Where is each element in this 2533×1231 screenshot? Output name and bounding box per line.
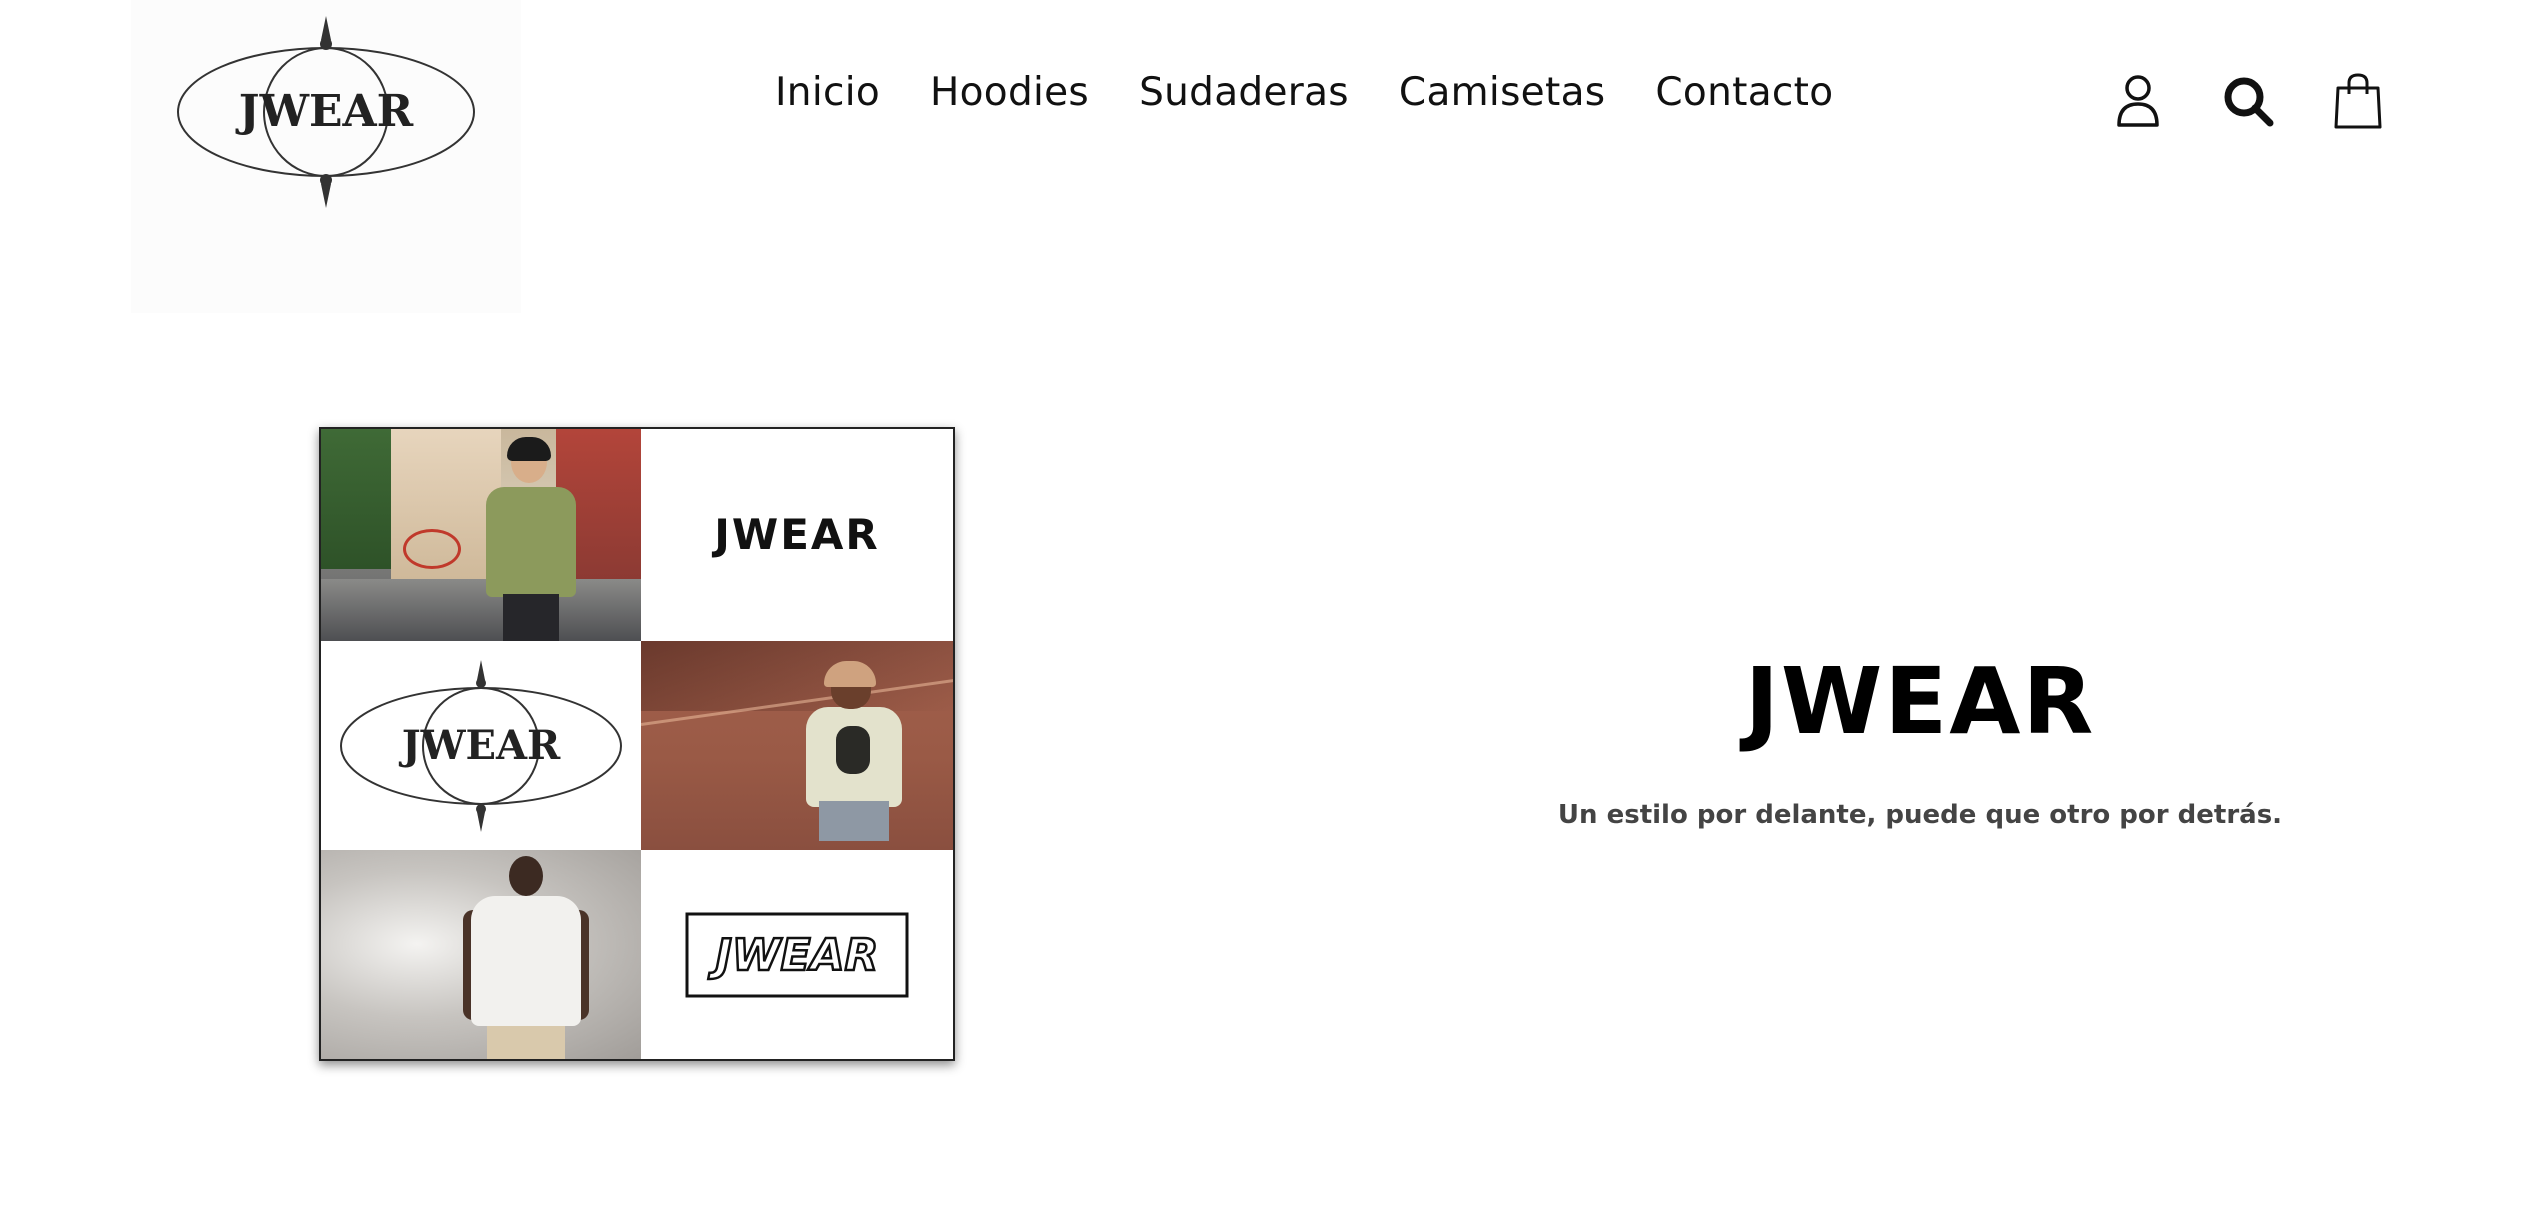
cart-button[interactable] [2330, 70, 2386, 132]
nav-item-sudaderas[interactable]: Sudaderas [1139, 70, 1349, 115]
nav-item-contacto[interactable]: Contacto [1655, 70, 1833, 115]
search-icon [2224, 77, 2274, 127]
hero-title: JWEAR [1744, 648, 2096, 755]
search-button[interactable] [2220, 70, 2276, 132]
main-nav: Inicio Hoodies Sudaderas Camisetas Conta… [775, 70, 1833, 115]
photo-wall-cream-sweatshirt [641, 641, 953, 850]
site-header: JWEAR Inicio Hoodies Sudaderas Camisetas… [0, 0, 2533, 313]
photo-street-green-tee [321, 429, 641, 641]
header-actions [2110, 70, 2386, 132]
svg-text:JWEAR: JWEAR [708, 930, 879, 981]
photo-studio-white-tee [321, 850, 641, 1059]
svg-text:JWEAR: JWEAR [711, 510, 880, 559]
site-logo[interactable]: JWEAR [131, 0, 521, 313]
svg-text:JWEAR: JWEAR [399, 722, 561, 769]
user-icon [2117, 75, 2159, 127]
nav-item-inicio[interactable]: Inicio [775, 70, 880, 115]
shopping-bag-icon [2334, 73, 2382, 129]
logo-tile-jwear-script: JWEAR [641, 429, 953, 641]
account-button[interactable] [2110, 70, 2166, 132]
svg-text:JWEAR: JWEAR [235, 86, 414, 137]
nav-item-hoodies[interactable]: Hoodies [930, 70, 1089, 115]
logo-tile-jwear-boxed: JWEAR [641, 850, 953, 1059]
nav-item-camisetas[interactable]: Camisetas [1399, 70, 1605, 115]
logo-tile-jwear-emblem: JWEAR [321, 641, 641, 850]
hero-collage-image: JWEAR JWEAR JWEAR [319, 427, 955, 1061]
hero-subtitle: Un estilo por delante, puede que otro po… [1557, 800, 2283, 830]
